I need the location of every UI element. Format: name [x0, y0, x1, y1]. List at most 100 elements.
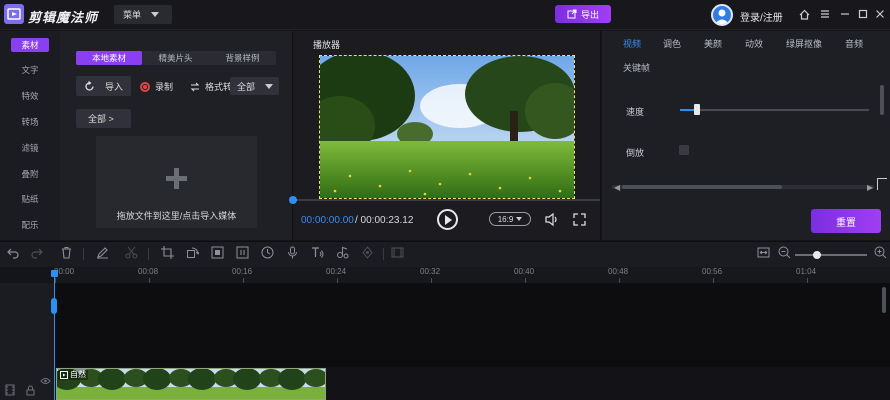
tab-chroma-key[interactable]: 绿屏抠像: [786, 37, 822, 50]
playhead[interactable]: [54, 270, 55, 400]
crop-icon[interactable]: [160, 246, 174, 260]
minimize-icon[interactable]: [838, 7, 852, 21]
tab-motion[interactable]: 动效: [745, 37, 763, 50]
clip-label: 自然: [58, 369, 88, 380]
nav-item-music[interactable]: 配乐: [0, 219, 60, 231]
speed-slider[interactable]: [680, 109, 869, 111]
home-icon[interactable]: [797, 7, 811, 21]
nav-item-material[interactable]: 素材: [11, 38, 49, 52]
ruler-tick-label: 00:16: [232, 267, 253, 276]
video-clip[interactable]: [56, 368, 326, 400]
resize-corner-icon[interactable]: [877, 178, 887, 190]
ruler-tick-label: 00:40: [514, 267, 535, 276]
audio-effect-icon[interactable]: [335, 246, 349, 260]
redo-icon[interactable]: [29, 246, 43, 260]
play-icon: [445, 214, 452, 225]
export-button[interactable]: 导出: [555, 5, 611, 23]
tab-intros[interactable]: 精美片头: [142, 51, 209, 65]
record-icon: [140, 81, 150, 92]
login-link[interactable]: 登录/注册: [740, 9, 783, 24]
breadcrumb[interactable]: 全部 >: [76, 109, 131, 128]
marker-icon[interactable]: [360, 246, 374, 260]
zoom-in-icon[interactable]: [873, 246, 887, 260]
rotate-icon[interactable]: [185, 246, 200, 260]
video-clip-icon: [60, 370, 68, 379]
app-logo-icon: [4, 4, 24, 24]
nav-item-text[interactable]: 文字: [0, 64, 60, 76]
nav-item-sticker[interactable]: 贴纸: [0, 193, 60, 205]
convert-icon: [190, 82, 200, 91]
ruler-tick-label: 00:56: [702, 267, 723, 276]
plus-icon[interactable]: [166, 168, 187, 189]
ruler-tick-label: 00:24: [326, 267, 347, 276]
volume-icon[interactable]: [544, 212, 559, 229]
settings-menu-icon[interactable]: [818, 7, 832, 21]
freeze-frame-icon[interactable]: [235, 246, 249, 260]
nav-item-effects[interactable]: 特效: [0, 90, 60, 102]
text-to-speech-icon[interactable]: [310, 246, 324, 260]
fullscreen-icon[interactable]: [572, 212, 587, 229]
player-title: 播放器: [313, 40, 341, 50]
nav-item-transition[interactable]: 转场: [0, 116, 60, 128]
current-time: 00:00:00.00: [301, 215, 354, 226]
import-icon: [85, 80, 94, 91]
record-button[interactable]: 录制: [140, 80, 173, 93]
tab-keyframe[interactable]: 关键帧: [623, 61, 650, 74]
speed-label: 速度: [626, 107, 645, 117]
mosaic-icon[interactable]: [210, 246, 224, 260]
record-button-label: 录制: [155, 82, 174, 92]
media-tabs: 本地素材 精美片头 背景样例: [76, 51, 276, 65]
timeline-ruler[interactable]: [54, 267, 890, 283]
chevron-down-icon: [516, 217, 523, 221]
chevron-right-icon[interactable]: ▶: [867, 183, 873, 192]
properties-hscroll-thumb[interactable]: [622, 185, 782, 189]
microphone-icon[interactable]: [285, 246, 299, 260]
zoom-slider[interactable]: [795, 254, 867, 256]
video-preview[interactable]: [319, 55, 575, 199]
properties-vscrollbar[interactable]: [880, 85, 884, 115]
export-icon: [567, 9, 577, 19]
playhead-handle[interactable]: [51, 270, 58, 277]
ruler-tick-label: 01:04: [796, 267, 817, 276]
menu-button-label: 菜单: [123, 10, 142, 20]
timeline-track-area[interactable]: [54, 283, 890, 367]
format-convert-button[interactable]: 格式转: [190, 80, 232, 93]
media-filter-select[interactable]: 全部: [230, 77, 279, 95]
tab-color[interactable]: 调色: [663, 37, 681, 50]
zoom-slider-handle[interactable]: [813, 251, 821, 259]
play-button[interactable]: [437, 209, 458, 230]
close-icon[interactable]: [873, 7, 887, 21]
playback-progress[interactable]: [293, 199, 600, 201]
clock-icon[interactable]: [260, 246, 274, 260]
reset-button[interactable]: 重置: [811, 209, 881, 233]
tab-beauty[interactable]: 美颜: [704, 37, 722, 50]
undo-icon[interactable]: [6, 246, 20, 260]
maximize-icon[interactable]: [856, 7, 870, 21]
nav-item-overlay[interactable]: 叠附: [0, 168, 60, 180]
lock-icon[interactable]: [26, 385, 35, 398]
speed-slider-handle[interactable]: [694, 104, 700, 115]
timeline-vscrollbar[interactable]: [882, 287, 886, 313]
delete-icon[interactable]: [59, 246, 73, 260]
menu-button[interactable]: 菜单: [114, 5, 172, 24]
tab-backgrounds[interactable]: 背景样例: [209, 51, 276, 65]
tab-video[interactable]: 视频: [623, 37, 641, 50]
tab-local-media[interactable]: 本地素材: [76, 51, 142, 65]
avatar[interactable]: [711, 4, 733, 26]
tab-audio[interactable]: 音频: [845, 37, 863, 50]
playback-progress-handle[interactable]: [289, 196, 297, 204]
import-button[interactable]: 导入: [76, 76, 131, 96]
aspect-ratio-select[interactable]: 16:9: [489, 212, 531, 226]
fit-timeline-icon[interactable]: [756, 246, 770, 260]
nav-item-filter[interactable]: 滤镜: [0, 142, 60, 154]
playhead-grip[interactable]: [51, 298, 57, 314]
chevron-down-icon: [265, 83, 274, 89]
export-frame-icon[interactable]: [390, 246, 404, 260]
eye-icon[interactable]: [40, 377, 51, 387]
edit-icon[interactable]: [95, 246, 109, 260]
app-title: 剪辑魔法师: [28, 10, 99, 25]
reverse-checkbox[interactable]: [679, 145, 689, 155]
chevron-left-icon[interactable]: ◀: [614, 183, 620, 192]
zoom-out-icon[interactable]: [777, 246, 791, 260]
cut-icon[interactable]: [124, 246, 138, 260]
